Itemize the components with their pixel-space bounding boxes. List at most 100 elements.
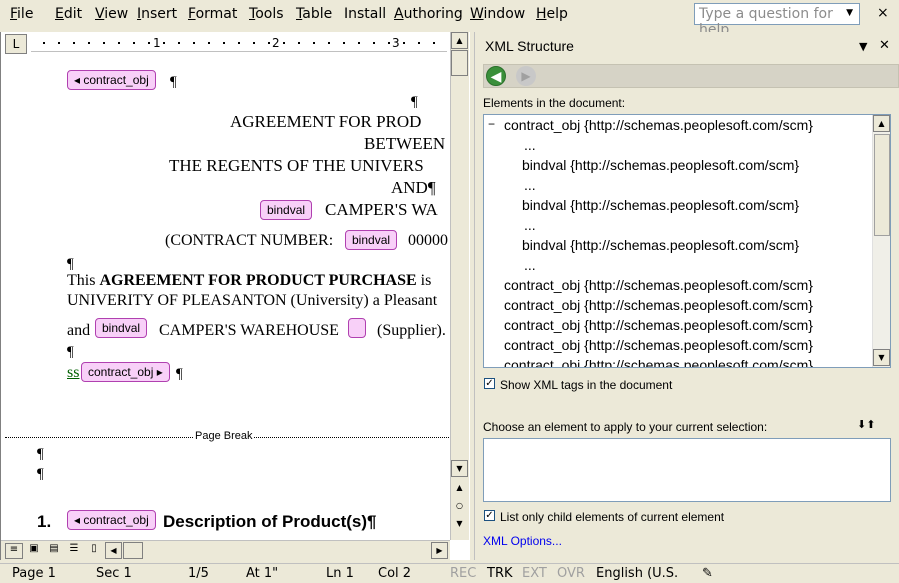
outline-view-icon[interactable]: ☰ — [65, 543, 83, 559]
help-search-input[interactable]: Type a question for help ▼ — [694, 3, 860, 38]
status-ovr[interactable]: OVR — [557, 566, 585, 581]
tree-node[interactable]: ... — [524, 137, 536, 153]
ruler-tick — [313, 42, 315, 44]
ruler-tick — [178, 42, 180, 44]
status-ext[interactable]: EXT — [522, 566, 547, 581]
horizontal-scroll-thumb[interactable] — [123, 542, 143, 559]
section-number: 1. — [37, 512, 52, 531]
tree-scrollbar[interactable]: ▲ ▼ — [872, 115, 890, 367]
tree-scroll-thumb[interactable] — [874, 134, 890, 236]
scroll-right-icon[interactable]: ▶ — [431, 542, 448, 559]
reading-layout-view-icon[interactable]: ▯ — [85, 543, 103, 559]
scroll-up-icon[interactable]: ▲ — [451, 32, 468, 49]
show-xml-tags-checkbox[interactable]: ✓ — [484, 378, 495, 389]
spelling-status-icon[interactable]: ✎ — [702, 566, 713, 581]
title-line-1: AGREEMENT FOR PROD — [230, 112, 422, 131]
document-page[interactable]: ◂ contract_obj ¶ ¶ AGREEMENT FOR PROD BE… — [5, 60, 449, 538]
sort-order-icons[interactable]: ⬇⬆ — [857, 418, 875, 431]
tree-node[interactable]: contract_obj {http://schemas.peoplesoft.… — [504, 357, 813, 367]
scroll-down-icon[interactable]: ▼ — [451, 460, 468, 477]
ruler-tick — [418, 42, 420, 44]
help-dropdown-icon[interactable]: ▼ — [846, 8, 853, 18]
normal-view-icon[interactable]: ≡ — [5, 543, 23, 559]
menu-tools[interactable]: Tools — [249, 6, 284, 22]
menu-edit[interactable]: Edit — [55, 6, 82, 22]
tree-node[interactable]: bindval {http://schemas.peoplesoft.com/s… — [522, 157, 799, 173]
pane-close-icon[interactable]: ✕ — [879, 38, 890, 53]
tree-collapse-icon[interactable]: − — [488, 117, 495, 131]
scroll-thumb[interactable] — [451, 50, 468, 76]
status-language: English (U.S. — [596, 566, 679, 581]
ruler-tick — [133, 42, 135, 44]
xml-tag-bindval[interactable]: bindval — [260, 200, 313, 220]
tree-node[interactable]: bindval {http://schemas.peoplesoft.com/s… — [522, 237, 799, 253]
menu-window[interactable]: Window — [470, 6, 525, 22]
ruler-tick — [58, 42, 60, 44]
ruler-tick — [118, 42, 120, 44]
body-line-1: This AGREEMENT FOR PRODUCT PURCHASE is — [67, 272, 432, 289]
ruler-tick — [268, 42, 270, 44]
body-line-3-prefix: and — [67, 322, 91, 339]
previous-page-icon[interactable]: ▲ — [451, 480, 468, 497]
scroll-left-icon[interactable]: ◀ — [105, 542, 122, 559]
pane-menu-icon[interactable]: ▼ — [859, 40, 867, 53]
tree-node[interactable]: contract_obj {http://schemas.peoplesoft.… — [504, 117, 813, 133]
list-child-elements-checkbox[interactable]: ✓ — [484, 510, 495, 521]
next-page-icon[interactable]: ▼ — [451, 516, 468, 533]
ruler-tick — [298, 42, 300, 44]
menu-insert[interactable]: Insert — [137, 6, 177, 22]
menu-file[interactable]: File — [10, 6, 33, 22]
horizontal-ruler: 1 2 3 — [31, 36, 447, 52]
body-line-3-suffix: (Supplier). — [377, 322, 446, 339]
status-trk[interactable]: TRK — [487, 566, 513, 581]
menu-table[interactable]: Table — [296, 6, 332, 22]
menu-format[interactable]: Format — [188, 6, 237, 22]
tree-scroll-down-icon[interactable]: ▼ — [873, 349, 890, 366]
xml-options-link[interactable]: XML Options... — [483, 534, 562, 548]
menu-install[interactable]: Install — [344, 6, 386, 22]
ruler-tick — [208, 42, 210, 44]
tree-node[interactable]: ... — [524, 217, 536, 233]
tree-node[interactable]: contract_obj {http://schemas.peoplesoft.… — [504, 317, 813, 333]
select-browse-object-icon[interactable]: ○ — [451, 498, 468, 515]
document-horizontal-scrollbar[interactable]: ≡ ▣ ▤ ☰ ▯ ◀ ▶ — [1, 540, 450, 560]
web-layout-view-icon[interactable]: ▣ — [25, 543, 43, 559]
forward-icon[interactable]: ▶ — [516, 66, 536, 86]
print-layout-view-icon[interactable]: ▤ — [45, 543, 63, 559]
xml-tag-contract-obj-open[interactable]: ◂ contract_obj — [67, 510, 156, 530]
tree-node[interactable]: ... — [524, 177, 536, 193]
ruler-tick — [193, 42, 195, 44]
tree-node[interactable]: contract_obj {http://schemas.peoplesoft.… — [504, 297, 813, 313]
ruler-tick — [73, 42, 75, 44]
status-column: Col 2 — [378, 566, 412, 581]
element-choice-list[interactable] — [483, 438, 891, 502]
ruler-tick — [103, 42, 105, 44]
paragraph-mark: ¶ — [170, 74, 177, 90]
show-xml-tags-label: Show XML tags in the document — [500, 378, 673, 392]
xml-tag-bindval[interactable]: bindval — [95, 318, 148, 338]
menu-help[interactable]: Help — [536, 6, 568, 22]
title-line-3: THE REGENTS OF THE UNIVERS — [169, 156, 424, 175]
xml-tag-contract-obj-close[interactable]: contract_obj ▸ — [81, 362, 170, 382]
menu-authoring[interactable]: Authoring — [394, 6, 463, 22]
ruler-tick — [253, 42, 255, 44]
xml-tag-contract-obj-open[interactable]: ◂ contract_obj — [67, 70, 156, 90]
tree-node[interactable]: bindval {http://schemas.peoplesoft.com/s… — [522, 197, 799, 213]
tree-node[interactable]: contract_obj {http://schemas.peoplesoft.… — [504, 277, 813, 293]
tab-selector-button[interactable]: L — [5, 34, 27, 54]
tree-node[interactable]: contract_obj {http://schemas.peoplesoft.… — [504, 337, 813, 353]
tree-node[interactable]: ... — [524, 257, 536, 273]
ruler-tick — [148, 42, 150, 44]
xml-tag-bindval-close[interactable] — [348, 318, 366, 338]
choose-element-label: Choose an element to apply to your curre… — [483, 420, 768, 434]
document-vertical-scrollbar[interactable]: ▲ ▼ ▲ ○ ▼ — [450, 32, 469, 540]
xml-tag-bindval[interactable]: bindval — [345, 230, 398, 250]
ruler-tick — [88, 42, 90, 44]
tree-scroll-up-icon[interactable]: ▲ — [873, 115, 890, 132]
menu-view[interactable]: View — [95, 6, 128, 22]
close-document-button[interactable]: × — [877, 5, 889, 21]
xml-element-tree[interactable]: contract_obj {http://schemas.peoplesoft.… — [483, 114, 891, 368]
status-rec[interactable]: REC — [450, 566, 476, 581]
back-icon[interactable]: ◀ — [486, 66, 506, 86]
paragraph-mark: ¶ — [411, 94, 418, 110]
